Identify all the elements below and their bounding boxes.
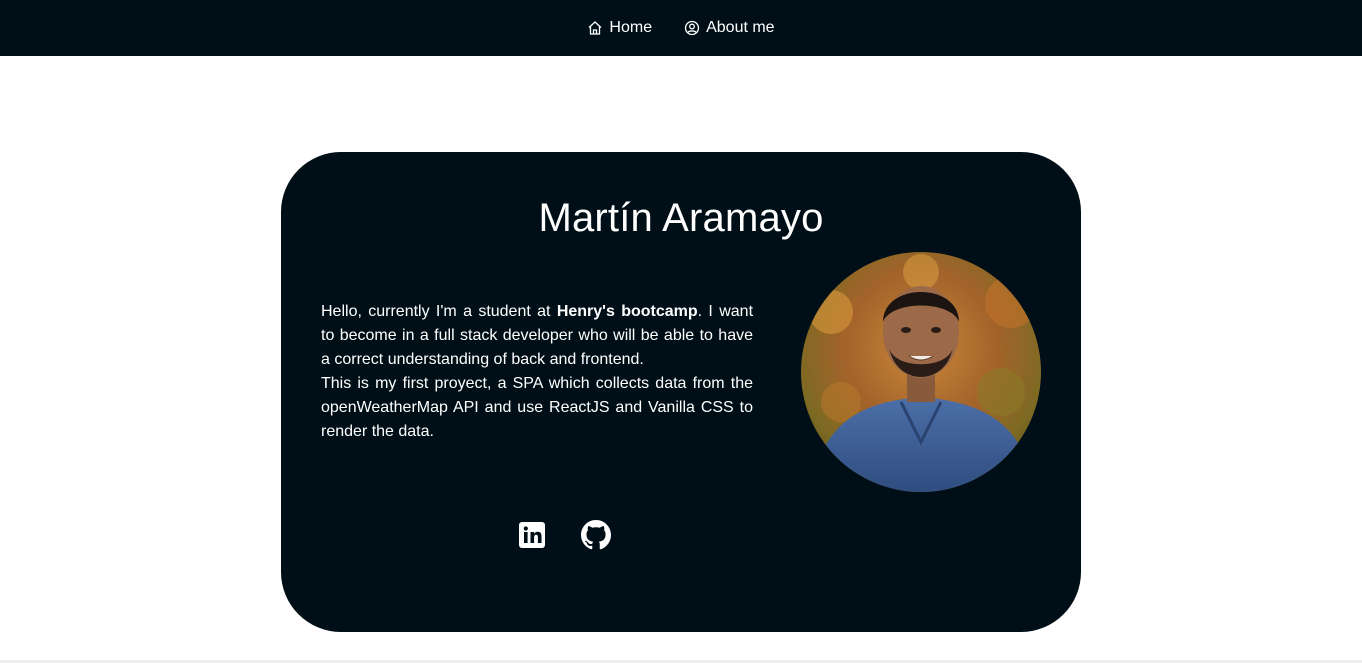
nav-home-label: Home [609, 19, 653, 36]
user-circle-icon [684, 20, 700, 36]
social-links [517, 520, 645, 550]
bio-project-paragraph: This is my first proyect, a SPA which co… [321, 375, 753, 440]
profile-name: Martín Aramayo [538, 196, 824, 240]
nav-about-label: About me [706, 19, 775, 36]
avatar-photo [801, 252, 1041, 492]
bio-highlight: Henry's bootcamp [556, 303, 698, 320]
nav-home-link[interactable]: Home [587, 19, 652, 37]
linkedin-link[interactable] [517, 520, 547, 550]
nav-about-link[interactable]: About me [684, 19, 775, 37]
profile-avatar [801, 252, 1041, 492]
bio-intro: Hello, currently I'm a student at [321, 303, 557, 320]
bio-paragraph: Hello, currently I'm a student at Henry'… [321, 300, 753, 372]
linkedin-icon [519, 522, 545, 548]
home-icon [588, 21, 602, 35]
github-link[interactable] [581, 520, 611, 550]
profile-bio: Hello, currently I'm a student at Henry'… [321, 300, 753, 444]
top-navbar: Home About me [0, 0, 1362, 56]
profile-card: Martín Aramayo Hello, currently I'm a st… [281, 152, 1081, 632]
github-icon [581, 520, 611, 550]
